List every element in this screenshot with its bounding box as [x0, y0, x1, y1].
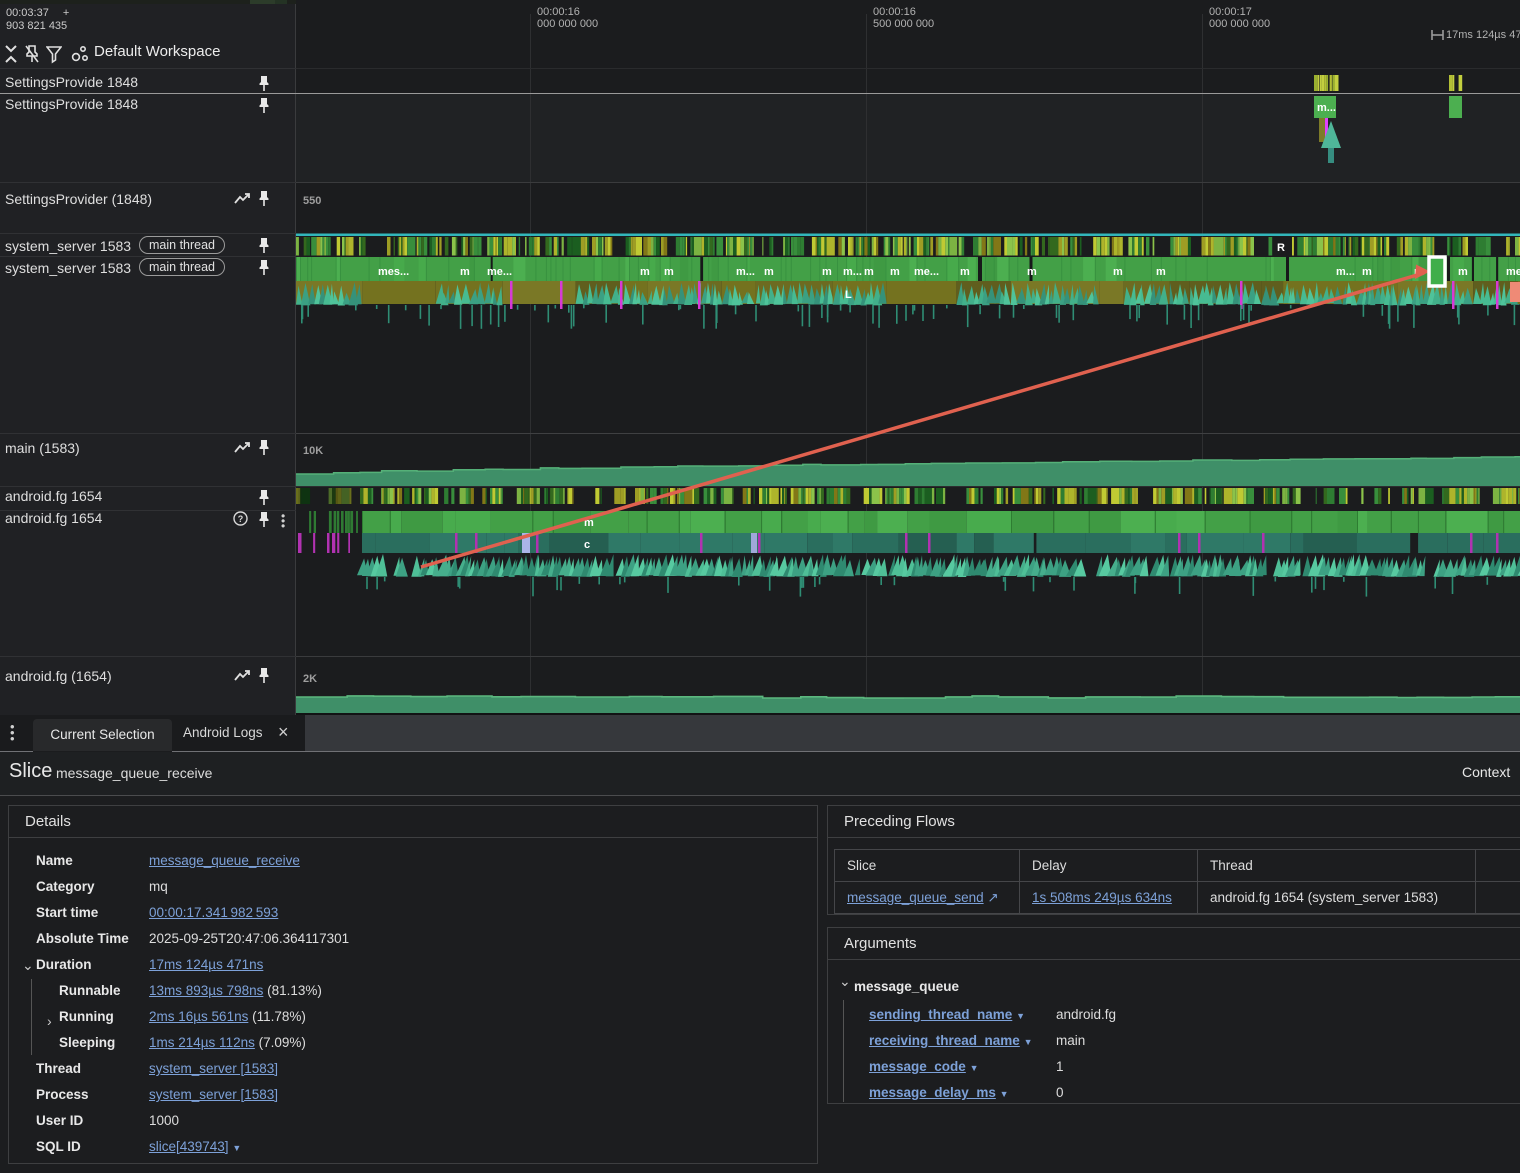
svg-text:?: ?: [238, 514, 244, 524]
svg-text:m: m: [764, 266, 774, 278]
svg-text:m: m: [960, 266, 970, 278]
svg-text:m: m: [640, 266, 650, 278]
svg-text:m...: m...: [736, 266, 755, 278]
svg-text:m...: m...: [1336, 266, 1355, 278]
svg-text:m: m: [1458, 266, 1468, 278]
svg-text:R: R: [1277, 242, 1285, 254]
svg-text:m: m: [822, 266, 832, 278]
svg-text:m: m: [460, 266, 470, 278]
svg-text:m: m: [1362, 266, 1372, 278]
svg-text:mes...: mes...: [378, 266, 409, 278]
svg-text:me: me: [1506, 266, 1520, 278]
svg-text:m: m: [864, 266, 874, 278]
svg-text:m: m: [890, 266, 900, 278]
svg-text:c: c: [584, 539, 590, 551]
svg-text:me...: me...: [914, 266, 939, 278]
svg-text:m: m: [664, 266, 674, 278]
svg-text:550: 550: [303, 195, 321, 207]
svg-text:me...: me...: [487, 266, 512, 278]
svg-text:L: L: [845, 289, 852, 301]
svg-text:m...: m...: [843, 266, 862, 278]
svg-text:10K: 10K: [303, 445, 323, 457]
svg-text:m...: m...: [1317, 102, 1336, 114]
svg-text:m: m: [1027, 266, 1037, 278]
svg-text:2K: 2K: [303, 673, 317, 685]
svg-text:m: m: [1156, 266, 1166, 278]
svg-text:m: m: [1113, 266, 1123, 278]
